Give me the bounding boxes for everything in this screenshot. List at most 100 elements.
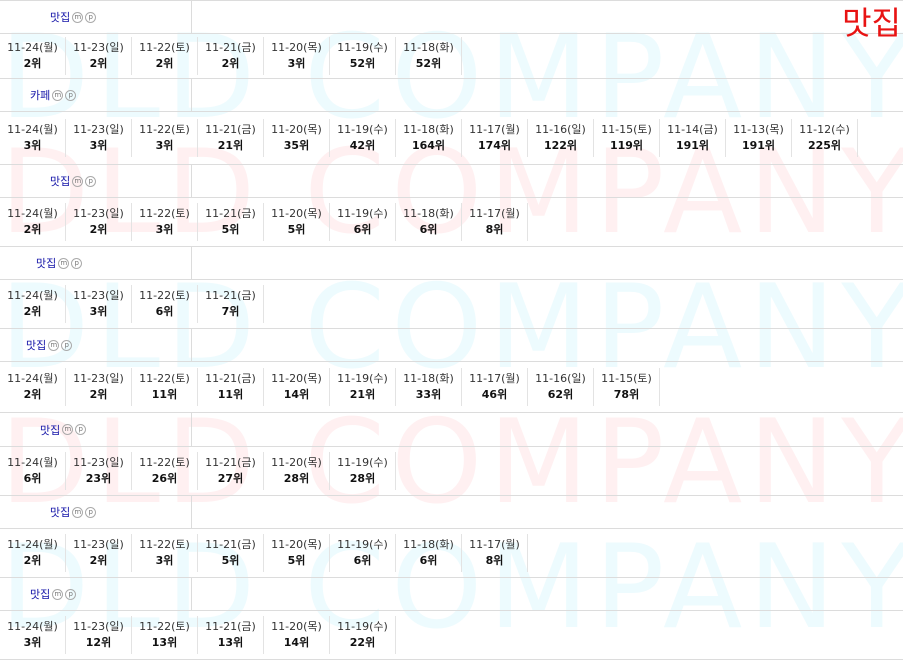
rank-value: 3위 bbox=[155, 554, 174, 567]
rank-cell: 11-19(수) 6위 bbox=[330, 203, 396, 241]
rank-history-row: 11-24(월) 6위 11-23(일) 23위 11-22(토) 26위 11-21(금)… bbox=[0, 447, 903, 495]
keyword-name-cell: 맛집 m p bbox=[50, 496, 97, 528]
pc-badge-icon[interactable]: p bbox=[65, 588, 77, 600]
keyword-name[interactable]: 맛집 bbox=[40, 422, 60, 438]
keyword-name-cell: 맛집 m p bbox=[36, 247, 83, 279]
rank-cell: 11-22(토) 3위 bbox=[132, 119, 198, 157]
rank-value: 52위 bbox=[415, 57, 442, 70]
keyword-header-row: 맛집 m p bbox=[0, 329, 903, 362]
rank-value: 46위 bbox=[481, 388, 508, 401]
rank-date: 11-12(수) bbox=[799, 123, 850, 136]
rank-cell: 11-21(금) 5위 bbox=[198, 203, 264, 241]
keyword-name[interactable]: 맛집 bbox=[50, 9, 70, 25]
rank-date: 11-20(목) bbox=[271, 620, 322, 633]
rank-date: 11-17(월) bbox=[469, 207, 520, 220]
rank-value: 3위 bbox=[89, 305, 108, 318]
rank-date: 11-23(일) bbox=[73, 41, 124, 54]
rank-date: 11-17(월) bbox=[469, 538, 520, 551]
rank-value: 28위 bbox=[349, 472, 376, 485]
rank-date: 11-24(월) bbox=[7, 41, 58, 54]
keyword-name[interactable]: 맛집 bbox=[36, 255, 56, 271]
rank-value: 6위 bbox=[419, 554, 438, 567]
keyword-name[interactable]: 맛집 bbox=[30, 586, 50, 602]
pc-badge-icon[interactable]: p bbox=[85, 175, 97, 187]
rank-date: 11-19(수) bbox=[337, 123, 388, 136]
rank-cell: 11-20(목) 14위 bbox=[264, 368, 330, 406]
rank-cell: 11-15(토) 119위 bbox=[594, 119, 660, 157]
pc-badge-icon[interactable]: p bbox=[71, 257, 83, 269]
rank-value: 2위 bbox=[89, 57, 108, 70]
rank-date: 11-19(수) bbox=[337, 372, 388, 385]
rank-cell: 11-22(토) 11위 bbox=[132, 368, 198, 406]
rank-date: 11-22(토) bbox=[139, 456, 190, 469]
rank-cell: 11-20(목) 28위 bbox=[264, 452, 330, 490]
keyword-name-cell: 맛집 m p bbox=[50, 1, 97, 33]
keyword-block: 맛집 m p 11-24(월) 2위 11-23(일) 3위 11-22(토) 6위 11-21(… bbox=[0, 247, 903, 329]
keyword-header-row: 맛집 m p bbox=[0, 496, 903, 529]
rank-cell: 11-23(일) 3위 bbox=[66, 285, 132, 323]
keyword-name-cell: 카페 m p bbox=[30, 79, 77, 111]
mobile-badge-icon[interactable]: m bbox=[72, 175, 84, 187]
rank-history-row: 11-24(월) 2위 11-23(일) 3위 11-22(토) 6위 11-21(금) 7위 bbox=[0, 280, 903, 328]
rank-date: 11-20(목) bbox=[271, 123, 322, 136]
rank-cell: 11-24(월) 3위 bbox=[0, 616, 66, 654]
pc-badge-icon[interactable]: p bbox=[61, 339, 73, 351]
mobile-badge-icon[interactable]: m bbox=[72, 11, 84, 23]
mobile-badge-icon[interactable]: m bbox=[62, 424, 74, 435]
rank-cell: 11-22(토) 13위 bbox=[132, 616, 198, 654]
rank-date: 11-15(토) bbox=[601, 372, 652, 385]
keyword-name[interactable]: 맛집 bbox=[26, 337, 46, 353]
keyword-header-row: 카페 m p bbox=[0, 79, 903, 112]
rank-value: 6위 bbox=[155, 305, 174, 318]
rank-date: 11-21(금) bbox=[205, 41, 256, 54]
mobile-badge-icon[interactable]: m bbox=[72, 506, 84, 518]
keyword-name[interactable]: 맛집 bbox=[50, 173, 70, 189]
rank-date: 11-20(목) bbox=[271, 41, 322, 54]
column-divider bbox=[191, 496, 192, 528]
rank-cell: 11-21(금) 5위 bbox=[198, 534, 264, 572]
rank-date: 11-23(일) bbox=[73, 123, 124, 136]
rank-cell: 11-19(수) 22위 bbox=[330, 616, 396, 654]
keyword-name[interactable]: 카페 bbox=[30, 87, 50, 103]
rank-value: 2위 bbox=[221, 57, 240, 70]
rank-date: 11-22(토) bbox=[139, 207, 190, 220]
rank-value: 191위 bbox=[675, 139, 710, 152]
rank-date: 11-18(화) bbox=[403, 538, 454, 551]
pc-badge-icon[interactable]: p bbox=[85, 11, 97, 23]
rank-cell: 11-22(토) 6위 bbox=[132, 285, 198, 323]
pc-badge-icon[interactable]: p bbox=[75, 424, 87, 435]
rank-cell: 11-20(목) 5위 bbox=[264, 203, 330, 241]
rank-cell: 11-19(수) 28위 bbox=[330, 452, 396, 490]
mobile-badge-icon[interactable]: m bbox=[52, 588, 64, 600]
rank-cell: 11-21(금) 27위 bbox=[198, 452, 264, 490]
mobile-badge-icon[interactable]: m bbox=[58, 257, 70, 269]
mobile-badge-icon[interactable]: m bbox=[48, 339, 60, 351]
column-divider bbox=[191, 165, 192, 197]
mobile-badge-icon[interactable]: m bbox=[52, 89, 64, 101]
pc-badge-icon[interactable]: p bbox=[65, 89, 77, 101]
rank-value: 2위 bbox=[23, 57, 42, 70]
rank-date: 11-22(토) bbox=[139, 620, 190, 633]
keyword-name[interactable]: 맛집 bbox=[50, 504, 70, 520]
rank-date: 11-24(월) bbox=[7, 123, 58, 136]
rank-cell: 11-18(화) 6위 bbox=[396, 203, 462, 241]
rank-date: 11-24(월) bbox=[7, 538, 58, 551]
rank-value: 23위 bbox=[85, 472, 112, 485]
rank-date: 11-18(화) bbox=[403, 207, 454, 220]
keyword-block: 맛집 m p 11-24(월) 6위 11-23(일) 23위 11-22(토) 26위 11-2… bbox=[0, 413, 903, 496]
rank-date: 11-24(월) bbox=[7, 456, 58, 469]
rank-cell: 11-21(금) 7위 bbox=[198, 285, 264, 323]
rank-cell: 11-18(화) 164위 bbox=[396, 119, 462, 157]
rank-value: 11위 bbox=[217, 388, 244, 401]
rank-date: 11-22(토) bbox=[139, 289, 190, 302]
rank-cell: 11-17(월) 174위 bbox=[462, 119, 528, 157]
rank-value: 21위 bbox=[349, 388, 376, 401]
pc-badge-icon[interactable]: p bbox=[85, 506, 97, 518]
rank-date: 11-22(토) bbox=[139, 41, 190, 54]
rank-cell: 11-23(일) 3위 bbox=[66, 119, 132, 157]
keyword-header-row: 맛집 m p bbox=[0, 247, 903, 280]
rank-date: 11-18(화) bbox=[403, 372, 454, 385]
rank-date: 11-17(월) bbox=[469, 372, 520, 385]
rank-value: 5위 bbox=[221, 554, 240, 567]
column-divider bbox=[191, 578, 192, 610]
